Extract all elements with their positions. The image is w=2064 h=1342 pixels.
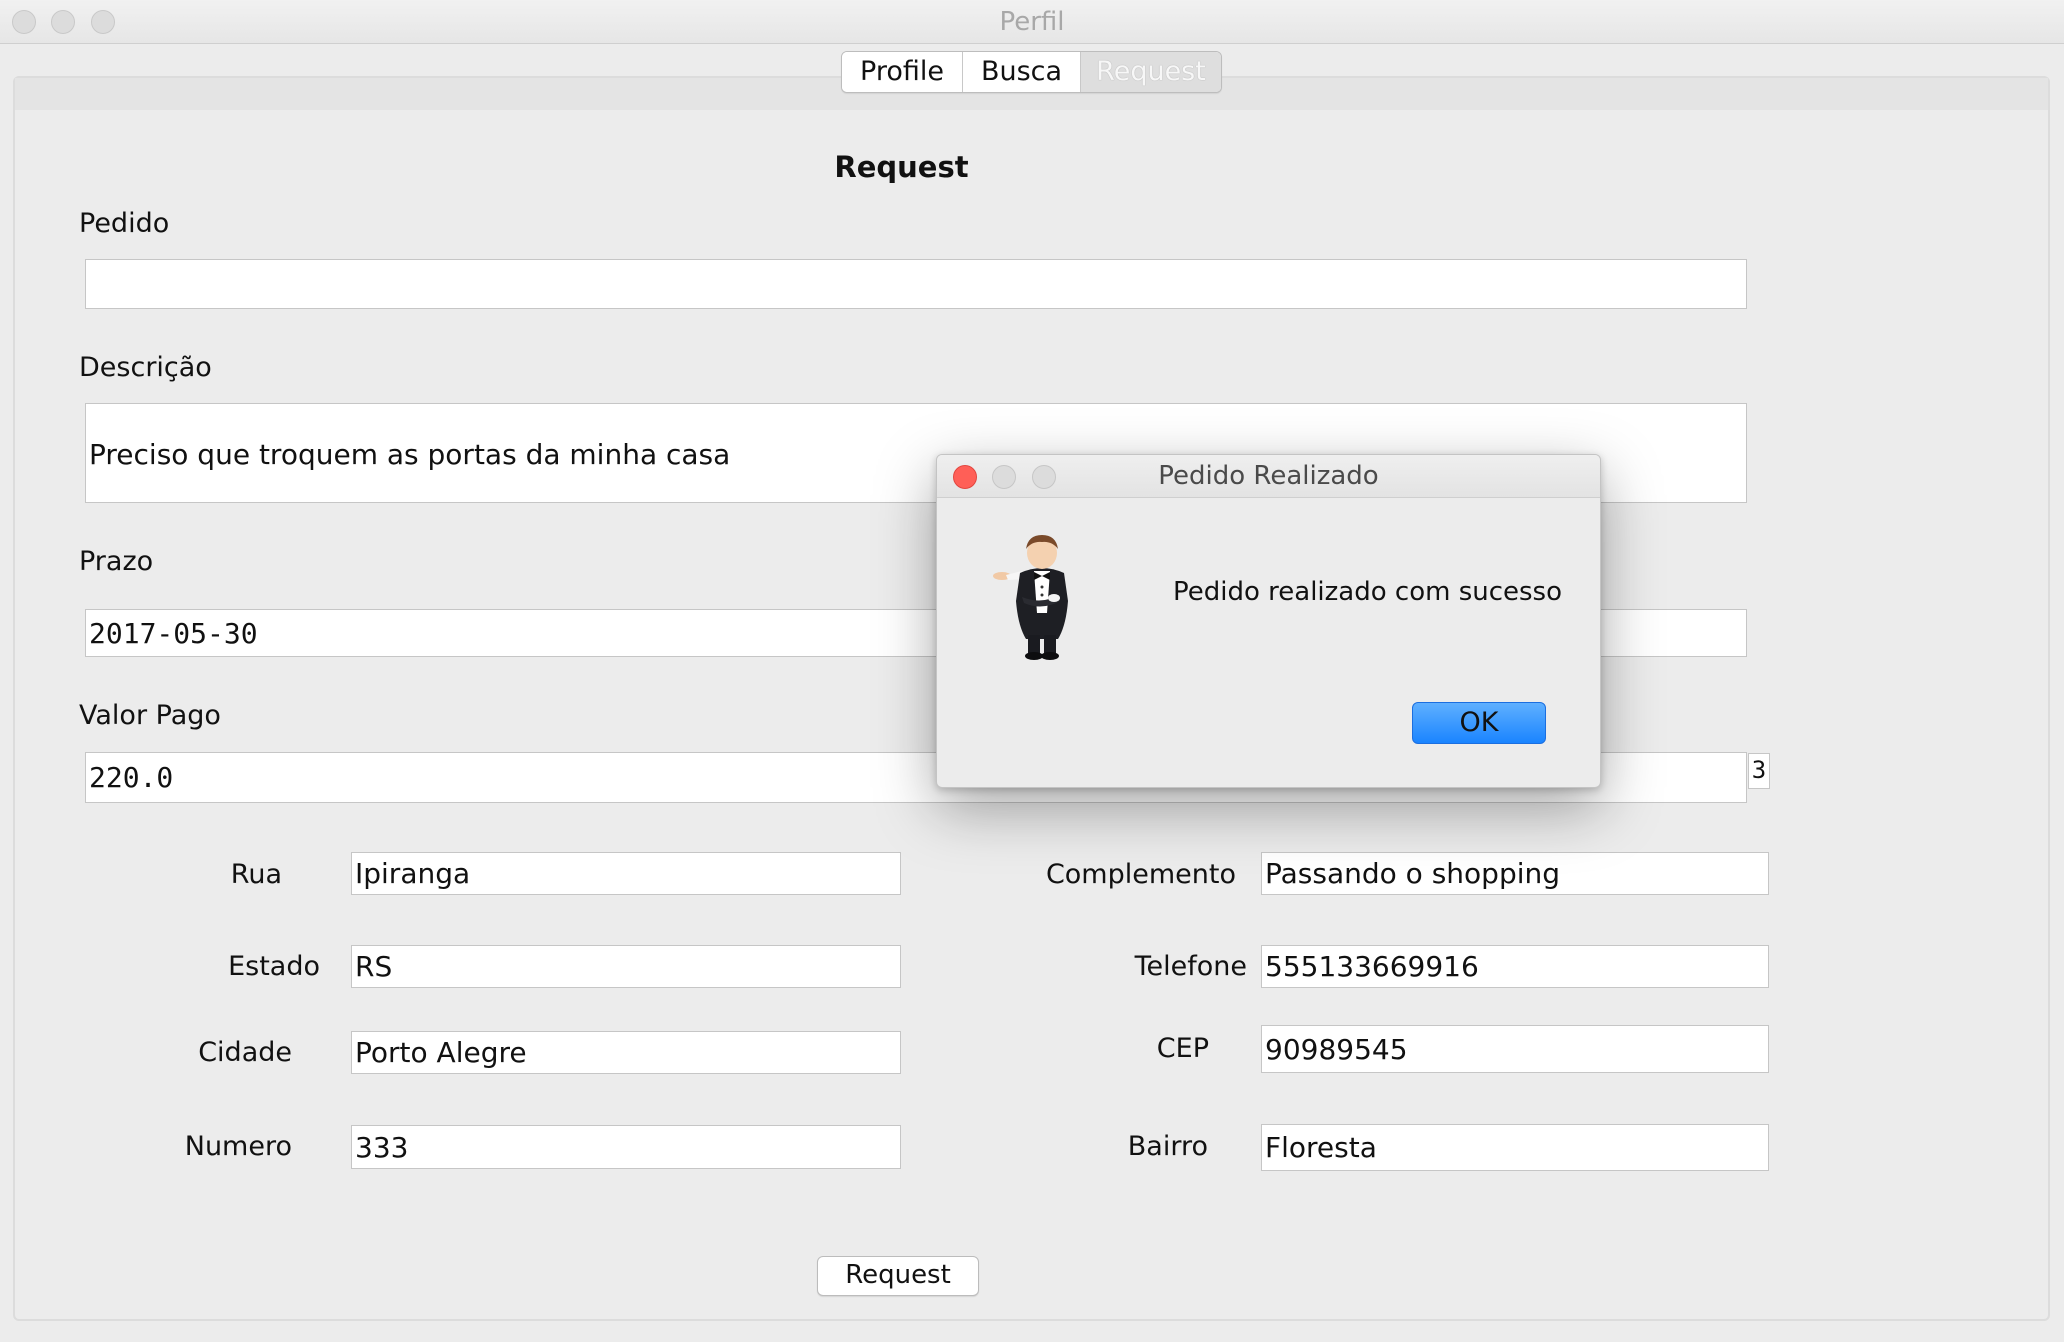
estado-label: Estado [228, 951, 320, 982]
tab-request[interactable]: Request [1081, 52, 1221, 92]
telefone-label: Telefone [1134, 951, 1247, 982]
cep-label: CEP [1156, 1033, 1209, 1064]
window-title: Perfil [999, 7, 1065, 37]
request-submit-button[interactable]: Request [817, 1256, 979, 1296]
complemento-field[interactable]: Passando o shopping [1261, 852, 1769, 895]
prazo-label: Prazo [79, 546, 154, 577]
tab-bar: Profile Busca Request [841, 51, 1222, 93]
cidade-label: Cidade [198, 1037, 292, 1068]
tab-profile[interactable]: Profile [842, 52, 963, 92]
rua-field[interactable]: Ipiranga [351, 852, 901, 895]
cep-field[interactable]: 90989545 [1261, 1025, 1769, 1073]
dialog-titlebar: Pedido Realizado [937, 455, 1600, 498]
numero-label: Numero [184, 1131, 292, 1162]
estado-field[interactable]: RS [351, 945, 901, 988]
butler-icon [993, 535, 1068, 660]
dialog-title: Pedido Realizado [1158, 461, 1379, 491]
pedido-field[interactable] [85, 259, 1747, 309]
valor-pago-label: Valor Pago [79, 700, 221, 731]
telefone-field[interactable]: 555133669916 [1261, 945, 1769, 988]
complemento-label: Complemento [1045, 859, 1236, 890]
pedido-label: Pedido [79, 208, 170, 239]
ok-button[interactable]: OK [1412, 702, 1546, 744]
descricao-label: Descrição [79, 352, 212, 383]
side-value-box[interactable]: 3 [1748, 753, 1770, 789]
window-titlebar: Perfil [0, 0, 2064, 44]
form-heading: Request [834, 150, 969, 184]
numero-field[interactable]: 333 [351, 1125, 901, 1169]
bairro-field[interactable]: Floresta [1261, 1124, 1769, 1171]
bairro-label: Bairro [1127, 1131, 1208, 1162]
success-dialog: Pedido Realizado Pedido realizado com su… [936, 454, 1601, 788]
tab-busca[interactable]: Busca [963, 52, 1081, 92]
dialog-message: Pedido realizado com sucesso [1173, 577, 1563, 607]
rua-label: Rua [230, 859, 282, 890]
cidade-field[interactable]: Porto Alegre [351, 1031, 901, 1074]
